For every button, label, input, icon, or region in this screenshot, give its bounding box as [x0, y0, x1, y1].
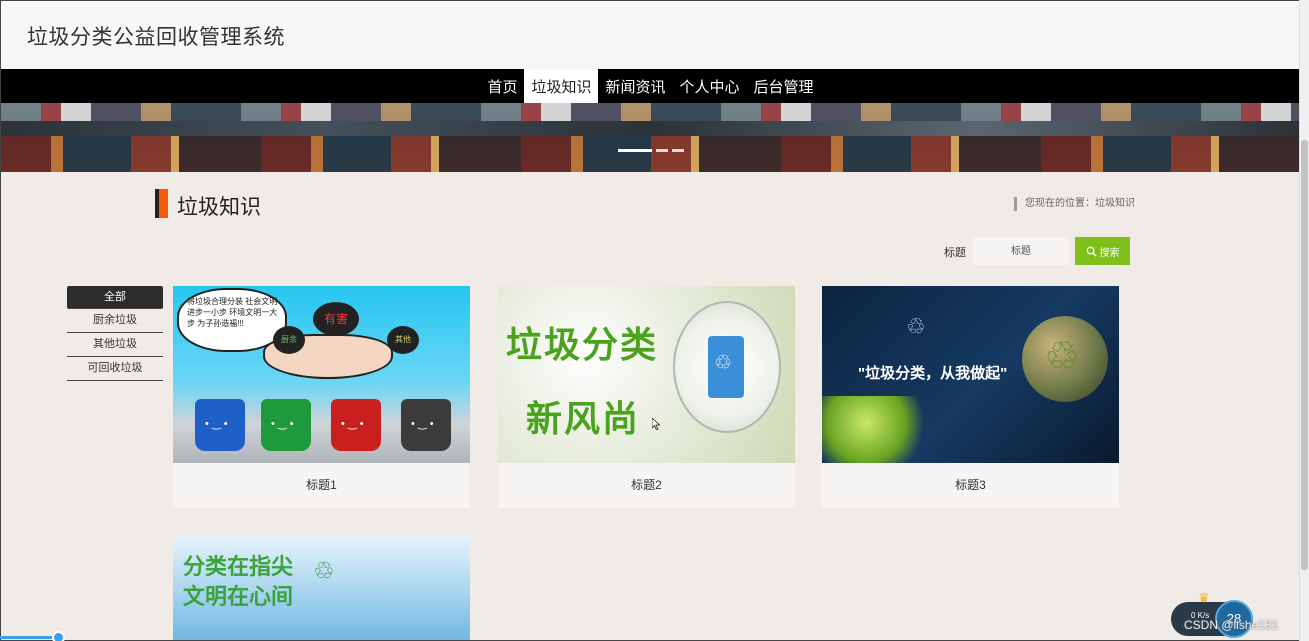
carousel-dot-1[interactable] [618, 149, 652, 152]
bin-green: • ‿ • [261, 399, 311, 451]
banner-carousel[interactable] [1, 103, 1299, 172]
banner-reflection [1, 136, 1299, 172]
nav-item-admin[interactable]: 后台管理 [747, 69, 821, 103]
image-subheadline: 新风尚 [526, 398, 641, 439]
bag-kitchen: 厨余 [273, 326, 305, 354]
main-nav: 首页 垃圾知识 新闻资讯 个人中心 后台管理 [1, 69, 1299, 103]
nav-item-home[interactable]: 首页 [480, 69, 524, 103]
image-headline: 分类在指尖 [183, 554, 294, 579]
category-kitchen-waste[interactable]: 厨余垃圾 [67, 309, 163, 333]
card-caption: 标题2 [631, 478, 662, 492]
title-search-input[interactable] [973, 237, 1069, 265]
search-button[interactable]: 搜索 [1075, 237, 1130, 265]
site-header: 垃圾分类公益回收管理系统 [1, 1, 1299, 69]
image-headline: 垃圾分类 [506, 324, 659, 365]
bag-hazardous: 有害 [313, 302, 359, 336]
search-icon [1086, 246, 1097, 257]
breadcrumb: 您现在的位置：垃圾知识 [1014, 197, 1135, 211]
mouse-cursor-icon [652, 418, 660, 430]
recycle-icon: ♲ [714, 352, 732, 374]
banner-waterline [1, 121, 1299, 136]
card-image-1: 将垃圾合理分装 社会文明进步一小步 环境文明一大步 为子孙造福!!! 有害 厨余… [173, 286, 470, 463]
knowledge-card-2[interactable]: 垃圾分类 新风尚 ♲ 标题2 [498, 286, 795, 508]
nav-item-news[interactable]: 新闻资讯 [598, 69, 672, 103]
search-button-label: 搜索 [1099, 247, 1120, 259]
section-title-marker [155, 189, 168, 218]
carousel-dot-2[interactable] [656, 149, 668, 152]
bin-gray: • ‿ • [401, 399, 451, 451]
card-image-2: 垃圾分类 新风尚 ♲ [498, 286, 795, 463]
card-image-3: "垃圾分类，从我做起" ♲ ♲ [822, 286, 1119, 463]
site-title: 垃圾分类公益回收管理系统 [27, 26, 285, 49]
category-recyclable[interactable]: 可回收垃圾 [67, 357, 163, 381]
carousel-indicators [618, 149, 684, 152]
recycle-icon: ♲ [1044, 335, 1080, 379]
card-image-4: 分类在指尖 文明在心间 ♲ [173, 535, 470, 640]
image-subheadline: 文明在心间 [183, 584, 294, 609]
scrollbar-thumb[interactable] [1301, 140, 1308, 570]
category-list: 全部 厨余垃圾 其他垃圾 可回收垃圾 [67, 286, 163, 381]
carousel-dot-3[interactable] [672, 149, 684, 152]
browser-viewport: 垃圾分类公益回收管理系统 首页 垃圾知识 新闻资讯 个人中心 后台管理 垃圾知识… [0, 0, 1299, 641]
recycle-bin-illustration: ♲ [708, 336, 744, 398]
card-caption: 标题1 [306, 478, 337, 492]
card-caption: 标题3 [955, 478, 986, 492]
leaf-cluster [822, 396, 932, 463]
category-all[interactable]: 全部 [67, 286, 163, 309]
knowledge-card-1[interactable]: 将垃圾合理分装 社会文明进步一小步 环境文明一大步 为子孙造福!!! 有害 厨余… [173, 286, 470, 508]
bin-red: • ‿ • [331, 399, 381, 451]
image-slogan: "垃圾分类，从我做起" [858, 365, 1008, 382]
nav-item-garbage-knowledge[interactable]: 垃圾知识 [524, 69, 599, 103]
recycle-icon: ♲ [313, 558, 335, 585]
bin-blue: • ‿ • [195, 399, 245, 451]
progress-line [0, 636, 60, 639]
banner-buildings [1, 103, 1299, 121]
category-other-waste[interactable]: 其他垃圾 [67, 333, 163, 357]
progress-handle[interactable] [52, 631, 65, 641]
section-title: 垃圾知识 [177, 196, 261, 219]
search-label: 标题 [944, 247, 966, 259]
bubble-text: 将垃圾合理分装 社会文明进步一小步 环境文明一大步 为子孙造福!!! [187, 297, 278, 328]
knowledge-card-4[interactable]: 分类在指尖 文明在心间 ♲ [173, 535, 470, 640]
recycle-badge-icon: ♲ [906, 314, 926, 339]
bag-other: 其他 [387, 326, 419, 354]
nav-item-personal-center[interactable]: 个人中心 [673, 69, 747, 103]
watermark: CSDN @lishe131 [1184, 618, 1279, 632]
knowledge-card-3[interactable]: "垃圾分类，从我做起" ♲ ♲ 标题3 [822, 286, 1119, 508]
